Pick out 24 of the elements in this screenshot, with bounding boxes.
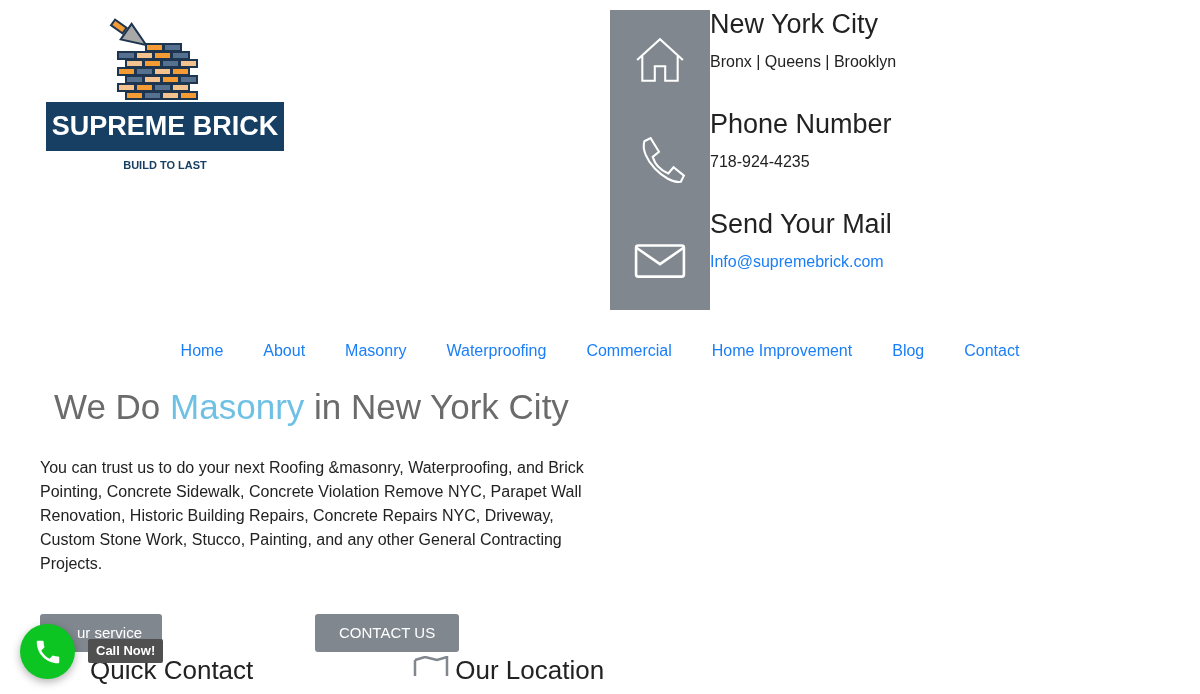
logo-tagline: BUILD TO LAST bbox=[122, 157, 208, 173]
nav-link[interactable]: Contact bbox=[964, 339, 1020, 363]
logo-title: SUPREME BRICK bbox=[46, 102, 284, 151]
contact-heading: New York City bbox=[710, 8, 880, 41]
action-button[interactable]: CONTACT US bbox=[315, 614, 460, 652]
house-icon bbox=[634, 35, 686, 85]
email-link[interactable]: Info@supremebrick.com bbox=[710, 253, 884, 271]
hero-heading: We Do Masonry in New York City bbox=[54, 386, 570, 428]
hero-paragraph: You can trust us to do your next Roofing &masonry, Waterproofing, and Brick Pointing, Concrete Sidewalk, Concrete Violation Remove NYC, Parapet Wall Renovation, Historic Building Repairs, Concrete Repairs NYC, Driveway, Custom Stone Work, Stucco, Painting, and any other General Contracting Projects. bbox=[40, 458, 585, 574]
nav-link[interactable]: Home Improvement bbox=[711, 339, 853, 363]
contact-text: Bronx | Queens | Brooklyn bbox=[710, 52, 897, 73]
contact-heading: Send Your Mail bbox=[710, 208, 893, 241]
contact-text: 718-924-4235 bbox=[710, 152, 811, 173]
map-icon bbox=[413, 656, 450, 676]
section-heading: Our Location bbox=[455, 656, 605, 686]
nav-link[interactable]: Home bbox=[180, 339, 224, 363]
call-now-label: Call Now! bbox=[88, 639, 164, 663]
contact-heading: Phone Number bbox=[710, 108, 893, 141]
nav-link[interactable]: Blog bbox=[892, 339, 925, 363]
nav-link[interactable]: About bbox=[263, 339, 306, 363]
nav-link[interactable]: Commercial bbox=[586, 339, 672, 363]
nav-link[interactable]: Waterproofing bbox=[446, 339, 547, 363]
call-button[interactable] bbox=[20, 624, 75, 679]
nav-link[interactable]: Masonry bbox=[345, 339, 407, 363]
